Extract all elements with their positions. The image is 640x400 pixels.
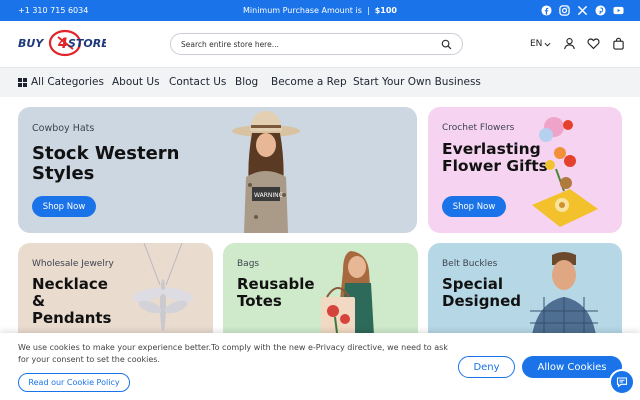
allow-cookies-button[interactable]: Allow Cookies — [522, 356, 622, 378]
shop-now-button[interactable]: Shop Now — [32, 196, 96, 217]
promo-card-cowboy-hats[interactable]: Cowboy Hats Stock Western Styles Shop No… — [18, 107, 417, 233]
search-input[interactable] — [181, 38, 431, 51]
account-icon[interactable] — [563, 37, 576, 50]
wishlist-heart-icon[interactable] — [587, 37, 600, 50]
svg-text:STORE: STORE — [68, 37, 106, 50]
site-header: BUY 4 STORE EN — [0, 21, 640, 67]
youtube-icon[interactable] — [613, 5, 624, 16]
card-eyebrow: Wholesale Jewelry — [32, 259, 114, 269]
card-eyebrow: Bags — [237, 259, 260, 269]
facebook-icon[interactable] — [541, 5, 552, 16]
language-selector[interactable]: EN — [530, 39, 551, 49]
nav-item-all-categories[interactable]: All Categories — [18, 76, 104, 88]
flower-gifts-image — [532, 117, 598, 227]
card-eyebrow: Crochet Flowers — [442, 123, 515, 133]
promo-value: $100 — [374, 6, 397, 15]
card-title: Reusable Totes — [237, 275, 315, 310]
pinterest-icon[interactable] — [595, 5, 606, 16]
chevron-down-icon — [544, 42, 551, 47]
card-title: Special Designed — [442, 275, 522, 310]
nav-item-about-us[interactable]: About Us — [112, 76, 160, 88]
chat-icon — [616, 377, 628, 388]
promo-card-crochet-flowers[interactable]: Crochet Flowers Everlasting Flower Gifts… — [428, 107, 622, 233]
svg-text:BUY: BUY — [18, 37, 44, 50]
language-label: EN — [530, 39, 543, 49]
cookie-consent-banner: We use cookies to make your experience b… — [0, 333, 640, 400]
deny-cookies-button[interactable]: Deny — [458, 356, 515, 378]
chat-widget-button[interactable] — [609, 369, 635, 395]
instagram-icon[interactable] — [559, 5, 570, 16]
svg-text:4: 4 — [57, 36, 68, 52]
card-title: Stock Western Styles — [32, 143, 180, 185]
nav-item-become-a-rep[interactable]: Become a Rep — [271, 76, 347, 88]
social-links — [541, 5, 624, 16]
cookie-message: We use cookies to make your experience b… — [18, 343, 448, 364]
card-eyebrow: Belt Buckles — [442, 259, 498, 269]
card-eyebrow: Cowboy Hats — [32, 123, 95, 134]
search-icon[interactable] — [441, 39, 452, 50]
main-navigation: All Categories About Us Contact Us Blog … — [0, 67, 640, 97]
shop-now-button[interactable]: Shop Now — [442, 196, 506, 217]
cookie-policy-link[interactable]: Read our Cookie Policy — [18, 373, 130, 392]
search-box — [170, 33, 463, 55]
card-title: Necklace & Pendants — [32, 275, 112, 327]
cart-bag-icon[interactable] — [612, 37, 625, 50]
nav-item-label: All Categories — [31, 76, 104, 88]
grid-icon — [18, 77, 27, 87]
x-icon[interactable] — [577, 5, 588, 16]
nav-item-contact-us[interactable]: Contact Us — [169, 76, 226, 88]
top-bar: +1 310 715 6034 Minimum Purchase Amount … — [0, 0, 640, 21]
nav-item-start-business[interactable]: Start Your Own Business — [353, 76, 481, 88]
cowboy-model-image: WARNING — [232, 111, 300, 233]
svg-text:WARNING: WARNING — [254, 192, 284, 199]
promo-label: Minimum Purchase Amount is — [243, 6, 362, 15]
nav-item-blog[interactable]: Blog — [235, 76, 258, 88]
store-logo[interactable]: BUY 4 STORE — [18, 29, 106, 59]
